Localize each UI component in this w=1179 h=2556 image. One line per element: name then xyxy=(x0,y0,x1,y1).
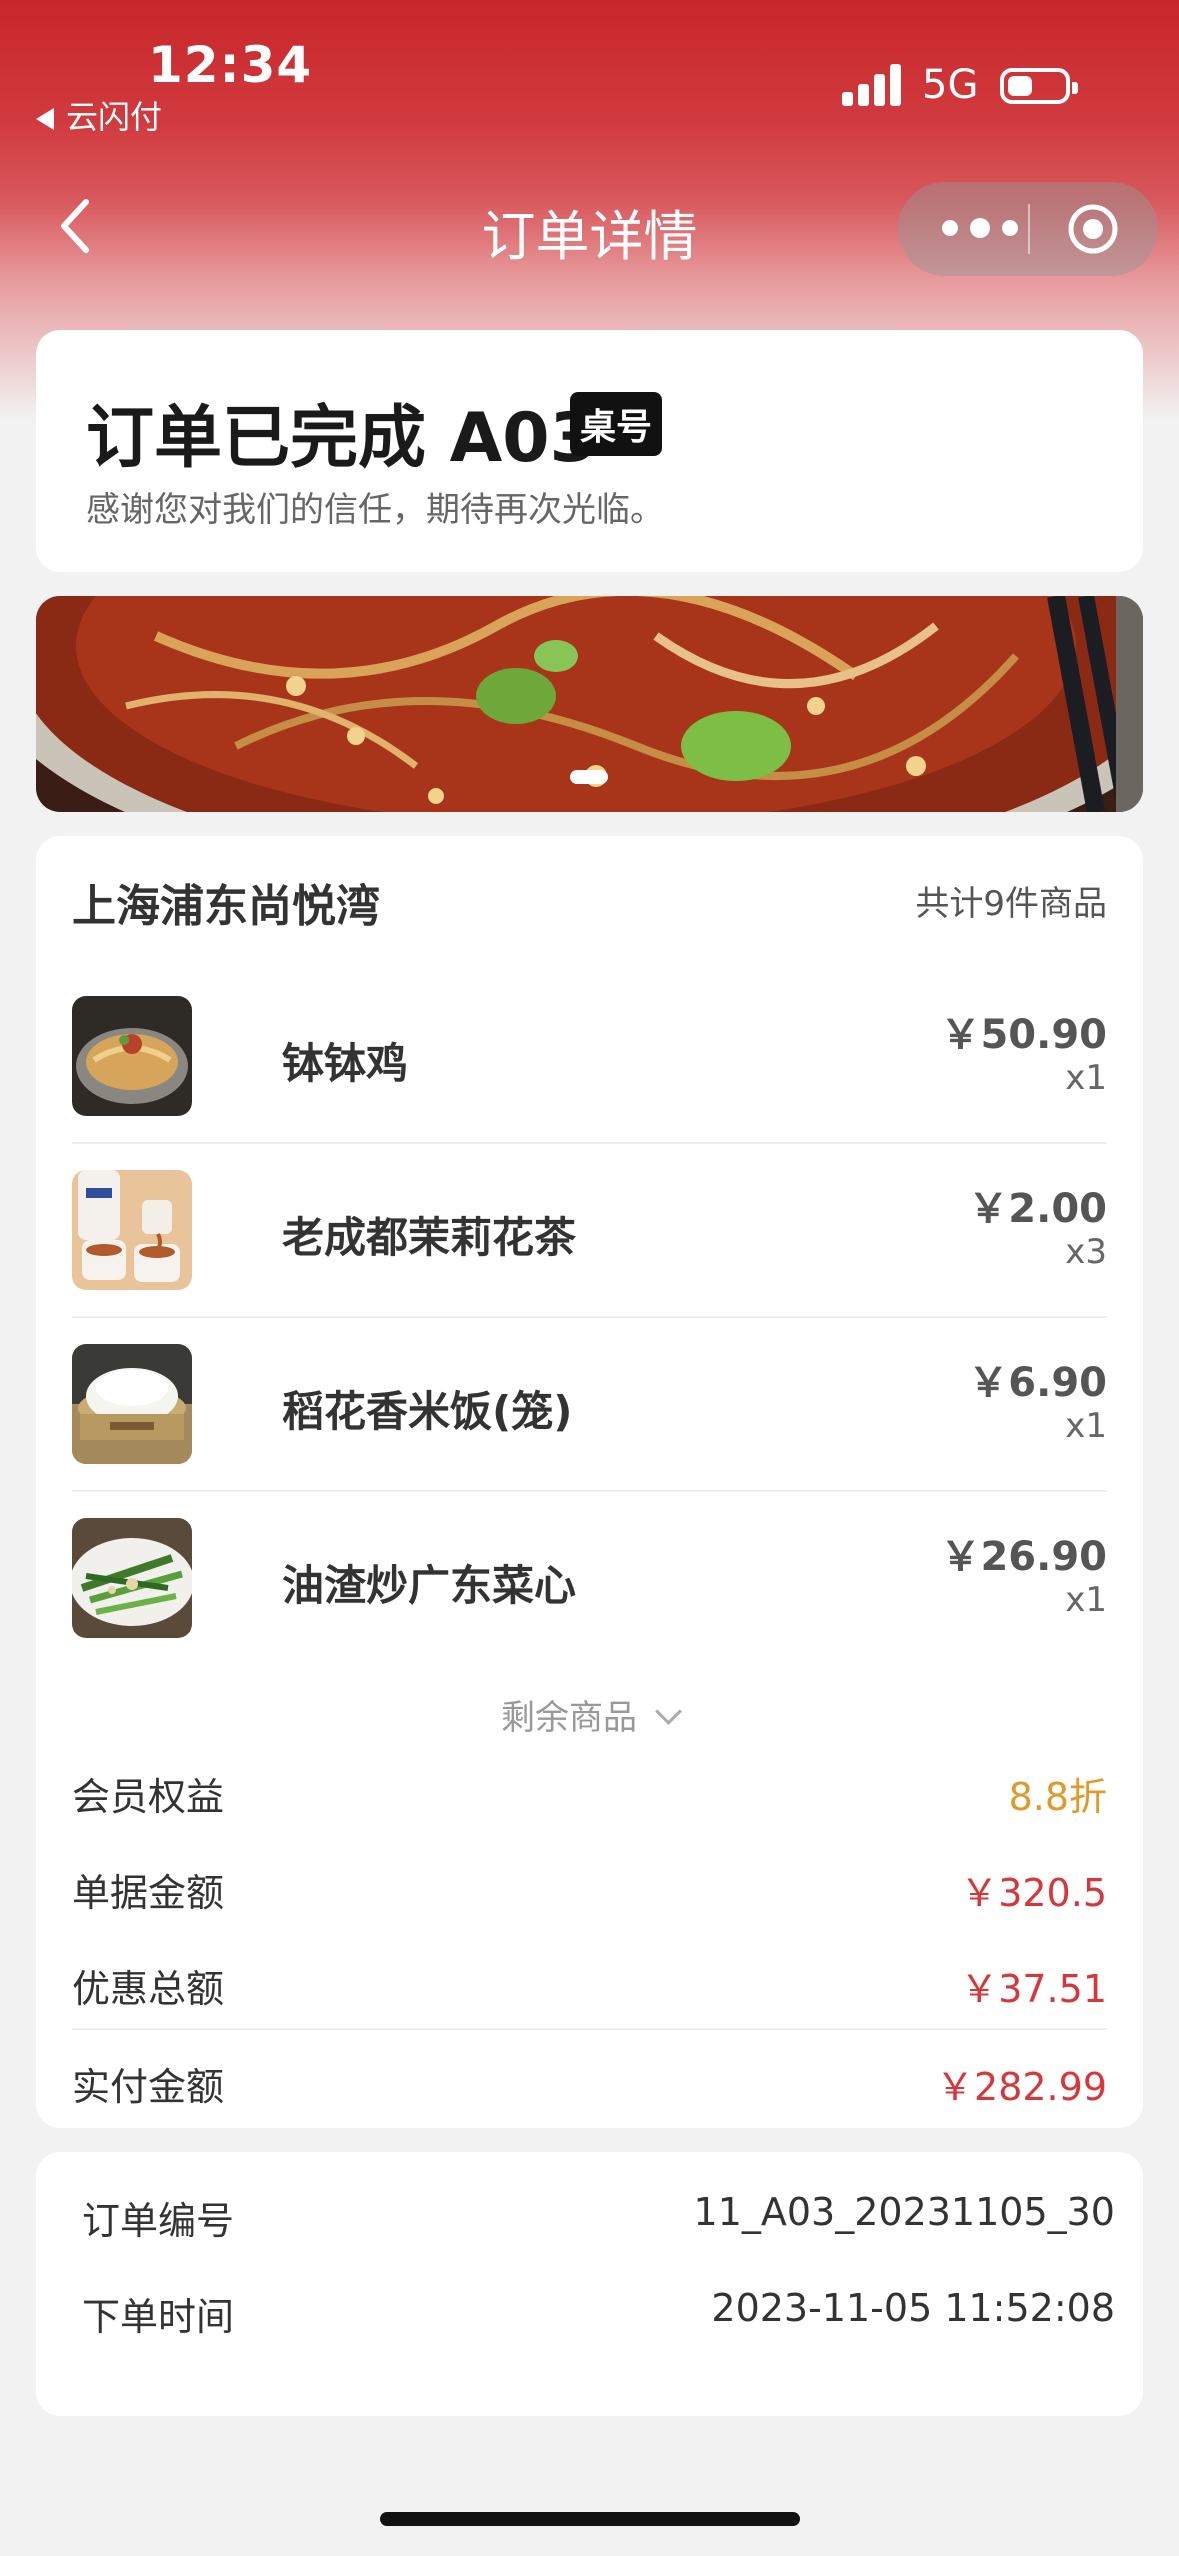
mini-program-capsule xyxy=(898,182,1158,276)
bill-amount-row: 单据金额 ￥320.5 xyxy=(72,1862,1107,1922)
summary-value: 8.8折 xyxy=(1008,1775,1107,1819)
order-number-value: 11_A03_20231105_30 xyxy=(693,2190,1115,2234)
more-icon[interactable] xyxy=(938,182,1028,276)
summary-label: 单据金额 xyxy=(72,1871,225,1915)
order-time-value: 2023-11-05 11:52:08 xyxy=(711,2286,1115,2330)
item-name: 钵钵鸡 xyxy=(282,1039,409,1088)
summary-value: ￥282.99 xyxy=(936,2065,1107,2109)
summary-value: ￥37.51 xyxy=(960,1967,1107,2011)
status-time: 12:34 xyxy=(148,36,313,94)
paid-amount-row: 实付金额 ￥282.99 xyxy=(72,2056,1107,2116)
info-label: 下单时间 xyxy=(82,2295,235,2339)
item-quantity: x1 xyxy=(1065,1406,1107,1446)
summary-label: 优惠总额 xyxy=(72,1967,225,2011)
table-number-badge: 桌号 xyxy=(570,392,663,456)
info-label: 订单编号 xyxy=(82,2199,235,2243)
back-to-app-link[interactable]: 云闪付 xyxy=(36,92,162,138)
item-quantity: x3 xyxy=(1065,1232,1107,1272)
back-triangle-icon xyxy=(36,108,54,130)
summary-label: 实付金额 xyxy=(72,2065,225,2109)
item-price: ￥26.90 xyxy=(940,1534,1107,1580)
discount-total-row: 优惠总额 ￥37.51 xyxy=(72,1958,1107,2018)
item-name: 老成都茉莉花茶 xyxy=(282,1213,577,1262)
more-items-label: 剩余商品 xyxy=(501,1698,637,1738)
order-status-title: 订单已完成 A03 xyxy=(86,399,597,478)
order-status-card: 订单已完成 A03 桌号 感谢您对我们的信任，期待再次光临。 xyxy=(36,330,1143,572)
carousel-indicator xyxy=(570,770,608,784)
battery-icon xyxy=(1000,68,1078,104)
network-label: 5G xyxy=(922,62,979,108)
order-time-row: 下单时间 2023-11-05 11:52:08 xyxy=(82,2286,1115,2346)
item-count: 共计9件商品 xyxy=(915,884,1107,924)
store-name: 上海浦东尚悦湾 xyxy=(72,881,380,932)
divider xyxy=(72,2028,1107,2030)
show-more-items-button[interactable]: 剩余商品 xyxy=(36,1690,1143,1739)
summary-value: ￥320.5 xyxy=(960,1871,1107,1915)
item-quantity: x1 xyxy=(1065,1058,1107,1098)
item-thumbnail xyxy=(72,1518,192,1638)
member-benefit-row: 会员权益 8.8折 xyxy=(72,1766,1107,1826)
list-item[interactable]: 油渣炒广东菜心 ￥26.90 x1 xyxy=(72,1474,1107,1648)
item-name: 油渣炒广东菜心 xyxy=(282,1561,577,1610)
item-name: 稻花香米饭(笼) xyxy=(282,1387,573,1436)
list-item[interactable]: 稻花香米饭(笼) ￥6.90 x1 xyxy=(72,1300,1107,1474)
back-app-label: 云闪付 xyxy=(66,98,163,136)
item-price: ￥2.00 xyxy=(968,1186,1107,1232)
order-items-card: 上海浦东尚悦湾 共计9件商品 钵钵鸡 ￥50.90 x1 老成都茉莉花茶 ￥2.… xyxy=(36,836,1143,2128)
home-indicator[interactable] xyxy=(380,2512,800,2526)
item-thumbnail xyxy=(72,1344,192,1464)
order-number-row: 订单编号 11_A03_20231105_30 xyxy=(82,2190,1115,2250)
signal-icon xyxy=(842,62,902,106)
item-thumbnail xyxy=(72,996,192,1116)
thanks-message: 感谢您对我们的信任，期待再次光临。 xyxy=(86,490,664,530)
list-item[interactable]: 老成都茉莉花茶 ￥2.00 x3 xyxy=(72,1126,1107,1300)
chevron-down-icon xyxy=(655,1698,682,1725)
summary-label: 会员权益 xyxy=(72,1775,225,1819)
item-thumbnail xyxy=(72,1170,192,1290)
order-info-card: 订单编号 11_A03_20231105_30 下单时间 2023-11-05 … xyxy=(36,2152,1143,2416)
item-price: ￥50.90 xyxy=(940,1012,1107,1058)
close-target-icon[interactable] xyxy=(1066,202,1120,256)
item-price: ￥6.90 xyxy=(968,1360,1107,1406)
list-item[interactable]: 钵钵鸡 ￥50.90 x1 xyxy=(72,952,1107,1126)
item-quantity: x1 xyxy=(1065,1580,1107,1620)
